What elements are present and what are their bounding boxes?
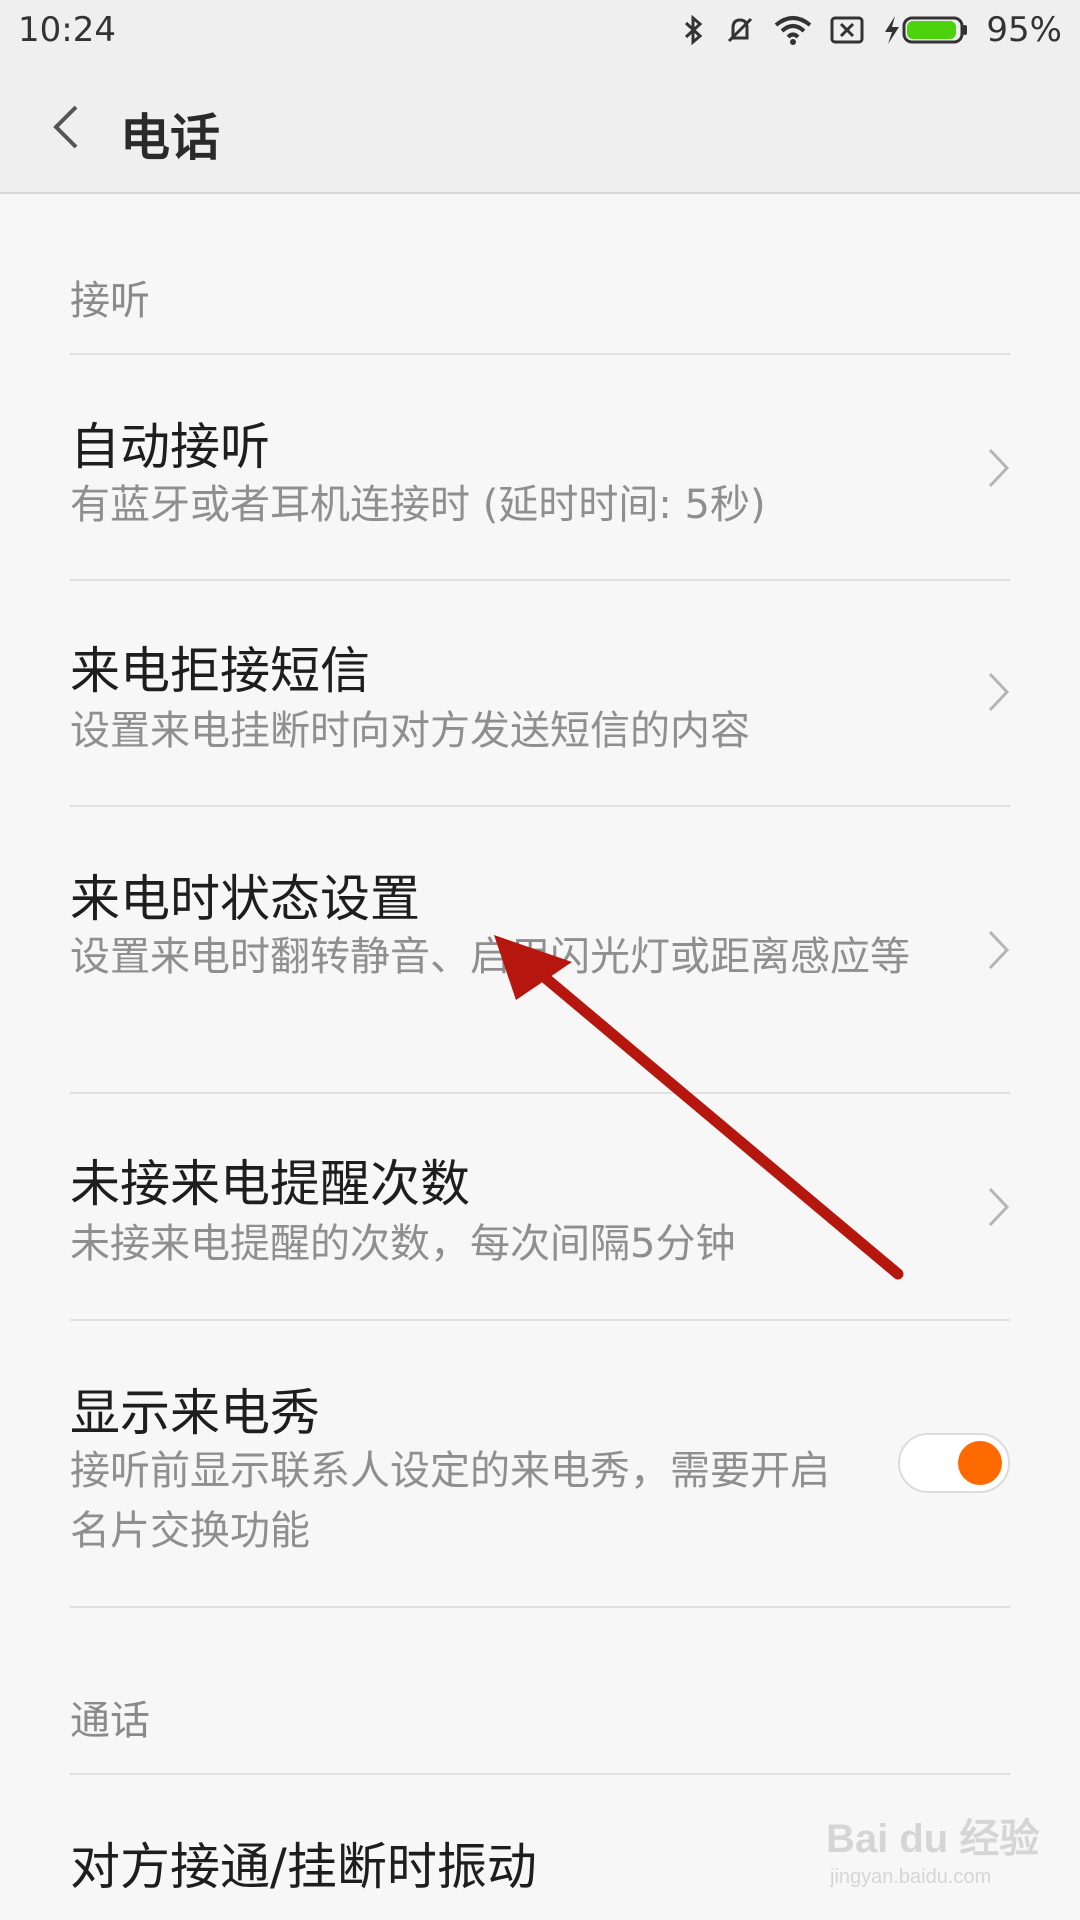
- back-arrow-icon[interactable]: [46, 102, 86, 152]
- charging-icon: [885, 16, 900, 44]
- row-title: 来电拒接短信: [70, 642, 370, 700]
- list-item-incoming-call-status[interactable]: 来电时状态设置 设置来电时翻转静音、启用闪光灯或距离感应等: [0, 807, 1080, 1092]
- caller-show-toggle[interactable]: [898, 1433, 1010, 1493]
- section-header-call: 通话: [70, 1698, 150, 1744]
- title-bar: 电话: [0, 60, 1080, 194]
- row-title: 对方接通/挂断时振动: [70, 1838, 537, 1896]
- battery-percent: 95%: [986, 10, 1062, 50]
- list-item-missed-call-reminder[interactable]: 未接来电提醒次数 未接来电提醒的次数，每次间隔5分钟: [0, 1094, 1080, 1319]
- bluetooth-icon: [685, 14, 703, 46]
- battery-icon: [902, 16, 968, 44]
- chevron-right-icon: [988, 672, 1010, 712]
- watermark-main: Bai du 经验: [826, 1817, 1040, 1861]
- row-title: 自动接听: [70, 418, 270, 476]
- no-sim-icon: [830, 16, 864, 44]
- row-subtitle: 设置来电挂断时向对方发送短信的内容: [70, 708, 750, 754]
- row-title: 来电时状态设置: [70, 870, 420, 928]
- battery-indicator: [882, 14, 968, 46]
- bell-off-icon: [728, 17, 753, 43]
- list-item-auto-answer[interactable]: 自动接听 有蓝牙或者耳机连接时 (延时时间: 5秒): [0, 355, 1080, 580]
- status-icons: 95%: [682, 10, 1062, 50]
- baidu-watermark-logo: Bai du 经验 jingyan.baidu.com: [826, 1806, 1066, 1906]
- chevron-right-icon: [988, 1187, 1010, 1227]
- chevron-right-icon: [988, 930, 1010, 970]
- section-header-answer: 接听: [70, 278, 150, 324]
- row-subtitle: 未接来电提醒的次数，每次间隔5分钟: [70, 1221, 736, 1267]
- status-time: 10:24: [18, 10, 116, 50]
- chevron-right-icon: [988, 448, 1010, 488]
- row-title: 显示来电秀: [70, 1384, 320, 1442]
- row-title: 未接来电提醒次数: [70, 1155, 470, 1213]
- row-subtitle: 设置来电时翻转静音、启用闪光灯或距离感应等: [70, 934, 910, 980]
- status-bar: 10:24 95%: [0, 0, 1080, 60]
- row-subtitle: 有蓝牙或者耳机连接时 (延时时间: 5秒): [70, 482, 766, 528]
- divider: [70, 1606, 1010, 1608]
- toggle-knob: [958, 1441, 1002, 1485]
- row-subtitle: 接听前显示联系人设定的来电秀，需要开启名片交换功能: [70, 1448, 830, 1554]
- list-item-caller-show: 显示来电秀 接听前显示联系人设定的来电秀，需要开启名片交换功能: [0, 1321, 1080, 1606]
- watermark-sub: jingyan.baidu.com: [830, 1866, 992, 1888]
- wifi-icon: [775, 16, 812, 45]
- list-item-reject-sms[interactable]: 来电拒接短信 设置来电挂断时向对方发送短信的内容: [0, 581, 1080, 806]
- page-title: 电话: [120, 109, 220, 167]
